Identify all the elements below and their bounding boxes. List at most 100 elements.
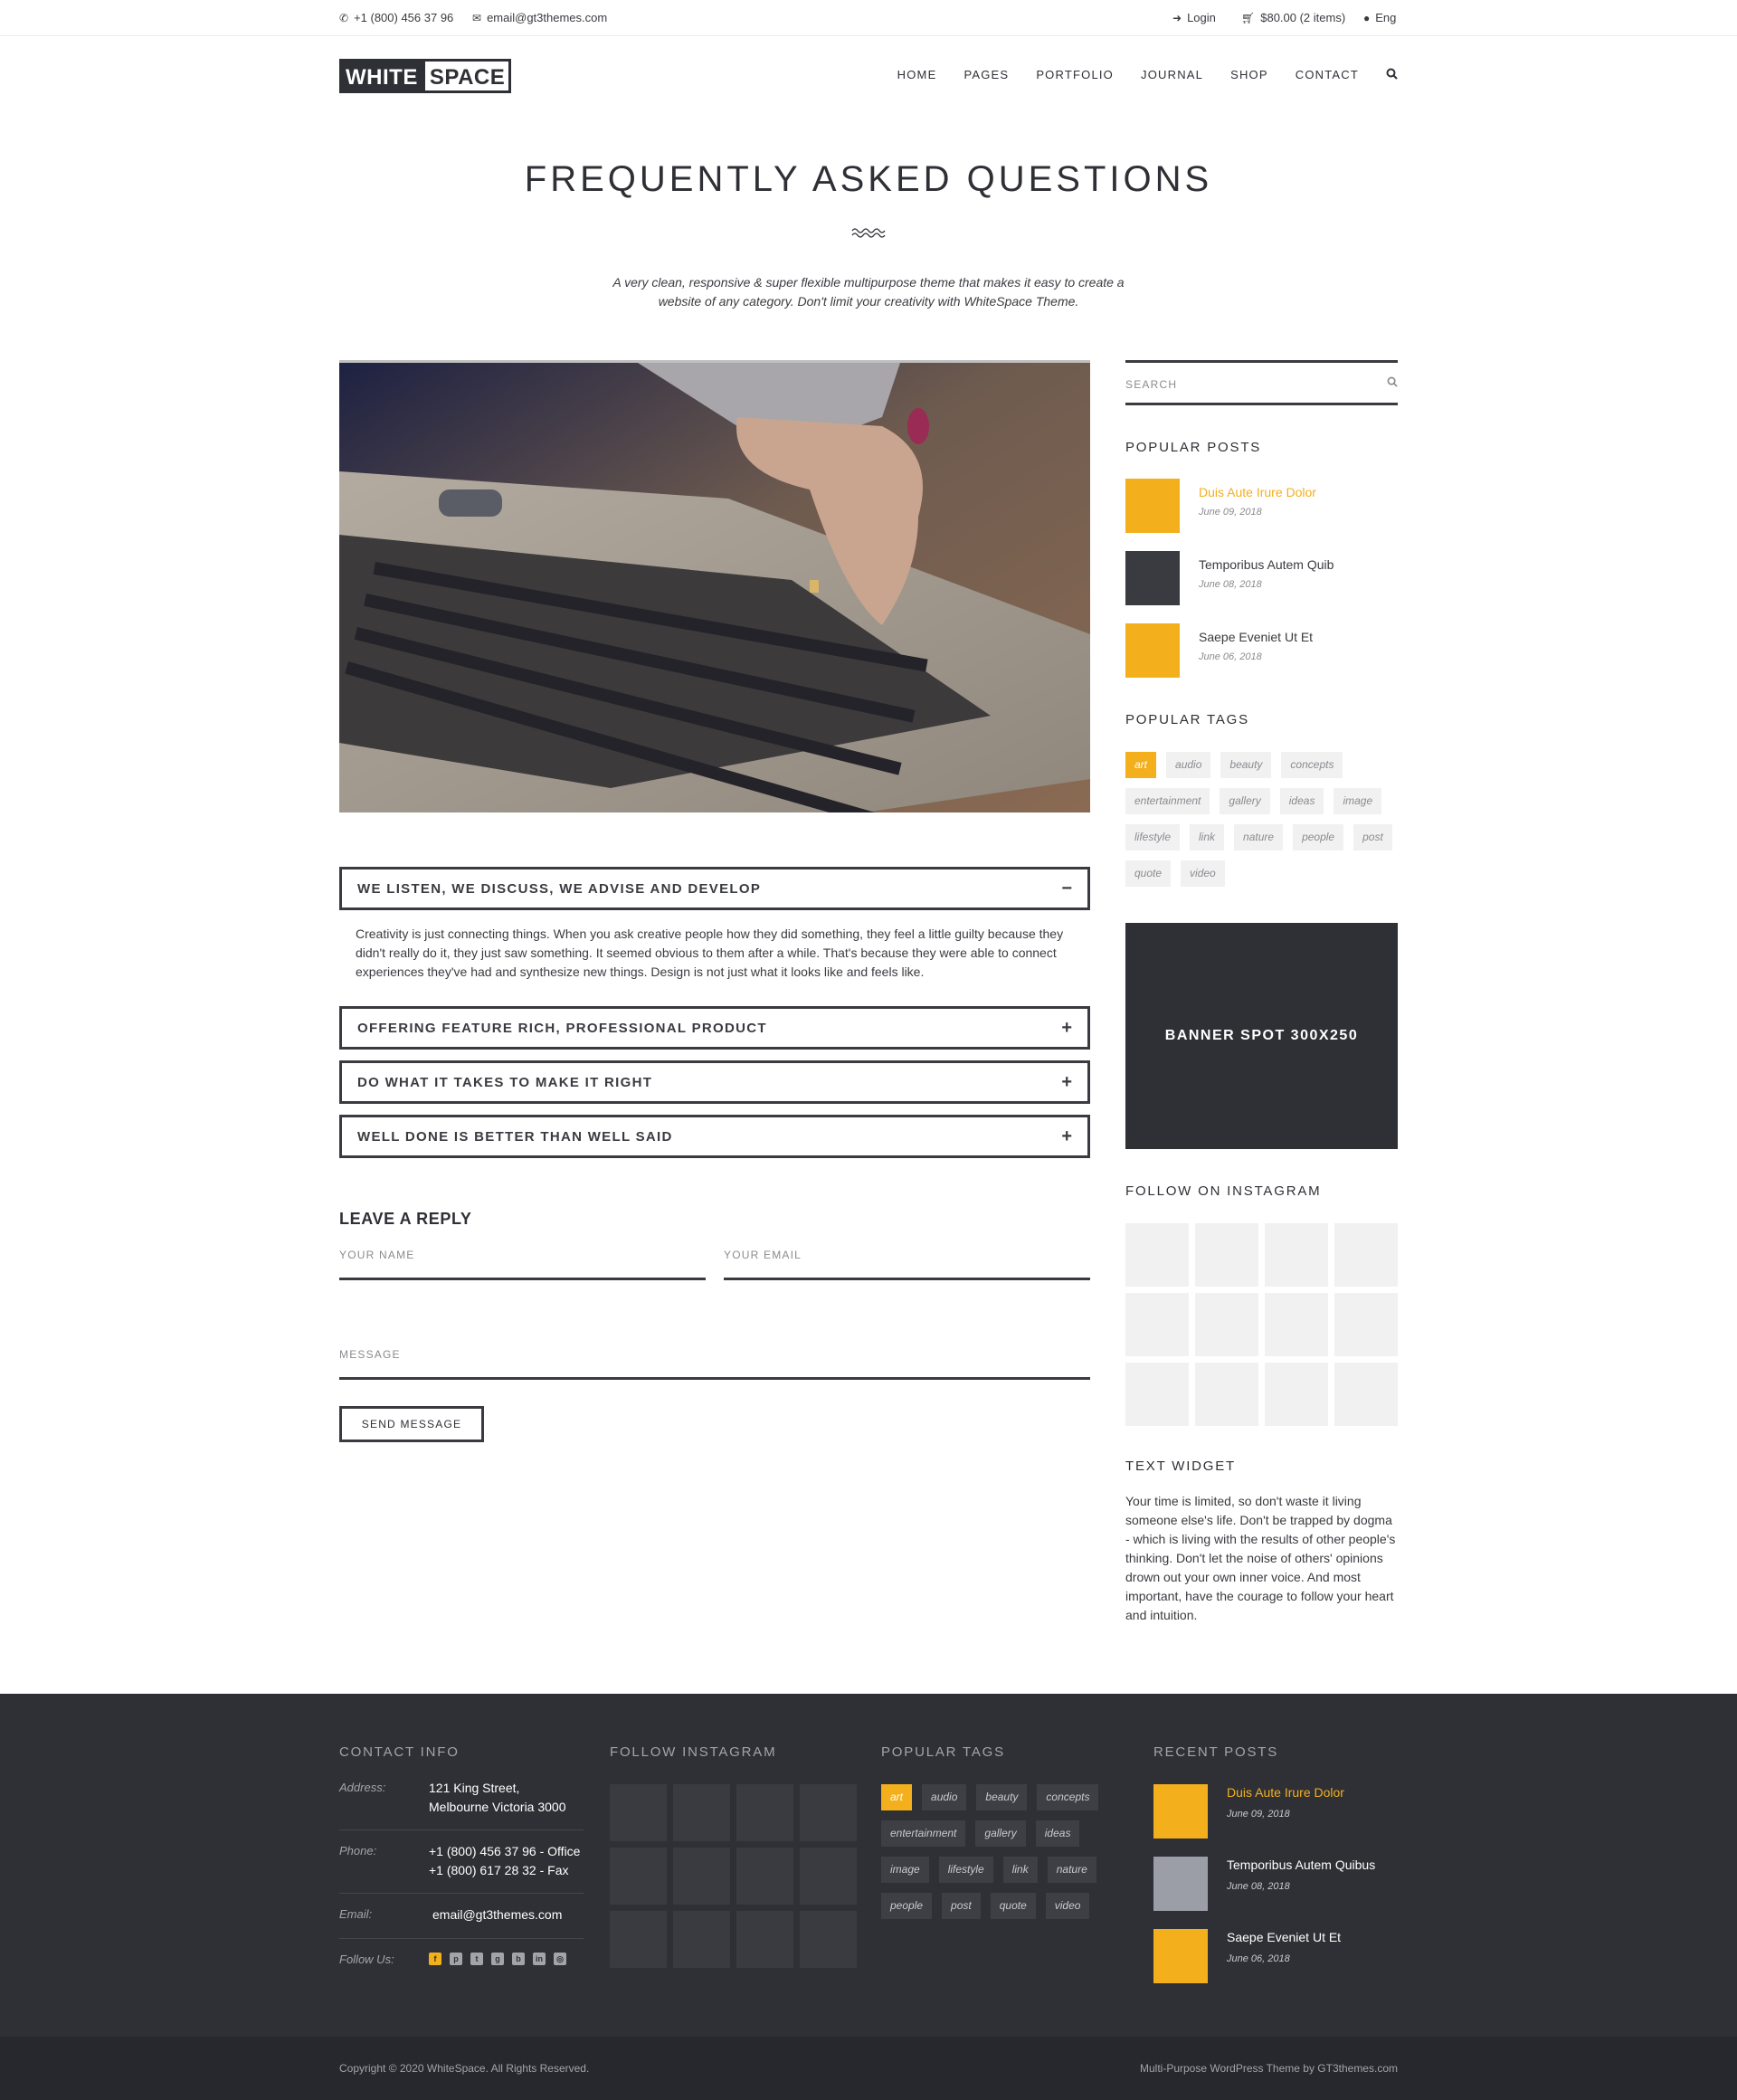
tag-nature[interactable]: nature [1234,824,1284,850]
tag-gallery[interactable]: gallery [975,1820,1026,1847]
post-title[interactable]: Temporibus Autem Quibus [1227,1858,1375,1872]
tag-video[interactable]: video [1181,860,1225,887]
tag-beauty[interactable]: beauty [1220,752,1272,778]
pinterest-icon[interactable]: p [450,1953,462,1965]
tag-entertainment[interactable]: entertainment [1125,788,1210,814]
tag-post[interactable]: post [942,1893,981,1919]
post-thumbnail[interactable] [1125,551,1180,605]
instagram-thumb[interactable] [736,1911,793,1968]
theme-credit-link[interactable]: Multi-Purpose WordPress Theme by GT3them… [1140,2062,1398,2075]
footer-email[interactable]: email@gt3themes.com [432,1905,562,1924]
tag-entertainment[interactable]: entertainment [881,1820,966,1847]
popular-post[interactable]: Duis Aute Irure Dolor June 09, 2018 [1125,479,1398,533]
name-field[interactable]: YOUR NAME [339,1242,706,1280]
nav-contact[interactable]: CONTACT [1296,68,1359,82]
tag-audio[interactable]: audio [922,1784,967,1810]
nav-journal[interactable]: JOURNAL [1141,68,1203,82]
tag-quote[interactable]: quote [1125,860,1172,887]
post-thumbnail[interactable] [1125,623,1180,678]
tag-audio[interactable]: audio [1166,752,1211,778]
instagram-thumb[interactable] [1265,1293,1328,1356]
instagram-thumb[interactable] [1334,1293,1398,1356]
post-title[interactable]: Saepe Eveniet Ut Et [1227,1930,1341,1944]
instagram-thumb[interactable] [1125,1363,1189,1426]
popular-post[interactable]: Temporibus Autem Quib June 08, 2018 [1125,551,1398,605]
email-info[interactable]: ✉ email@gt3themes.com [472,11,607,24]
post-thumbnail[interactable] [1153,1929,1208,1983]
post-thumbnail[interactable] [1153,1784,1208,1839]
nav-shop[interactable]: SHOP [1230,68,1268,82]
instagram-thumb[interactable] [1195,1363,1258,1426]
cart-link[interactable]: 🛒︎ $80.00 (2 items) [1241,11,1345,24]
post-thumbnail[interactable] [1153,1857,1208,1911]
nav-portfolio[interactable]: PORTFOLIO [1036,68,1114,82]
instagram-thumb[interactable] [673,1911,730,1968]
recent-post[interactable]: Saepe Eveniet Ut Et June 06, 2018 [1153,1929,1398,1983]
tag-beauty[interactable]: beauty [976,1784,1028,1810]
login-link[interactable]: ➜ Login [1172,11,1216,24]
recent-post[interactable]: Temporibus Autem Quibus June 08, 2018 [1153,1857,1398,1911]
instagram-thumb[interactable] [673,1784,730,1841]
banner-spot[interactable]: BANNER SPOT 300X250 [1125,923,1398,1149]
twitter-icon[interactable]: t [470,1953,483,1965]
send-message-button[interactable]: SEND MESSAGE [339,1406,484,1442]
expand-icon[interactable]: + [1061,1072,1072,1093]
instagram-thumb[interactable] [673,1848,730,1905]
tag-concepts[interactable]: concepts [1281,752,1343,778]
nav-home[interactable]: HOME [897,68,937,82]
instagram-thumb[interactable] [1195,1223,1258,1287]
tag-ideas[interactable]: ideas [1035,1820,1080,1847]
tag-ideas[interactable]: ideas [1279,788,1324,814]
faq-item-1[interactable]: WE LISTEN, WE DISCUSS, WE ADVISE AND DEV… [339,867,1090,910]
search-icon[interactable] [1386,68,1398,82]
tag-quote[interactable]: quote [990,1893,1036,1919]
tag-image[interactable]: image [1334,788,1382,814]
faq-item-3[interactable]: DO WHAT IT TAKES TO MAKE IT RIGHT + [339,1060,1090,1104]
nav-pages[interactable]: PAGES [963,68,1009,82]
tag-link[interactable]: link [1190,824,1225,850]
language-switcher[interactable]: ● Eng [1363,11,1396,24]
tag-people[interactable]: people [1293,824,1344,850]
instagram-thumb[interactable] [610,1911,667,1968]
instagram-thumb[interactable] [736,1784,793,1841]
post-thumbnail[interactable] [1125,479,1180,533]
tag-lifestyle[interactable]: lifestyle [1125,824,1181,850]
tag-art[interactable]: art [881,1784,913,1810]
instagram-thumb[interactable] [1334,1363,1398,1426]
search-input[interactable]: SEARCH [1125,378,1177,391]
tag-video[interactable]: video [1045,1893,1090,1919]
search-icon[interactable] [1387,375,1398,390]
instagram-thumb[interactable] [800,1848,857,1905]
tag-gallery[interactable]: gallery [1220,788,1270,814]
collapse-icon[interactable]: − [1061,879,1072,899]
tag-link[interactable]: link [1002,1857,1038,1883]
instagram-thumb[interactable] [1125,1223,1189,1287]
behance-icon[interactable]: b [512,1953,525,1965]
message-field[interactable]: MESSAGE [339,1342,1090,1380]
google-plus-icon[interactable]: g [491,1953,504,1965]
tag-image[interactable]: image [881,1857,929,1883]
tag-post[interactable]: post [1353,824,1392,850]
popular-post[interactable]: Saepe Eveniet Ut Et June 06, 2018 [1125,623,1398,678]
instagram-icon[interactable]: ◎ [554,1953,566,1965]
facebook-icon[interactable]: f [429,1953,441,1965]
instagram-thumb[interactable] [1265,1363,1328,1426]
faq-item-4[interactable]: WELL DONE IS BETTER THAN WELL SAID + [339,1115,1090,1158]
tag-concepts[interactable]: concepts [1037,1784,1099,1810]
linkedin-icon[interactable]: in [533,1953,546,1965]
instagram-thumb[interactable] [1265,1223,1328,1287]
email-field[interactable]: YOUR EMAIL [724,1242,1090,1280]
recent-post[interactable]: Duis Aute Irure Dolor June 09, 2018 [1153,1784,1398,1839]
faq-item-2[interactable]: OFFERING FEATURE RICH, PROFESSIONAL PROD… [339,1006,1090,1050]
post-title[interactable]: Temporibus Autem Quib [1199,557,1334,572]
post-title[interactable]: Saepe Eveniet Ut Et [1199,630,1313,644]
instagram-thumb[interactable] [800,1911,857,1968]
post-title[interactable]: Duis Aute Irure Dolor [1199,485,1316,499]
post-title[interactable]: Duis Aute Irure Dolor [1227,1785,1344,1800]
tag-nature[interactable]: nature [1047,1857,1096,1883]
site-logo[interactable]: WHITE SPACE [339,59,512,93]
instagram-thumb[interactable] [1334,1223,1398,1287]
instagram-thumb[interactable] [1195,1293,1258,1356]
sidebar-search[interactable]: SEARCH [1125,360,1398,405]
expand-icon[interactable]: + [1061,1126,1072,1147]
